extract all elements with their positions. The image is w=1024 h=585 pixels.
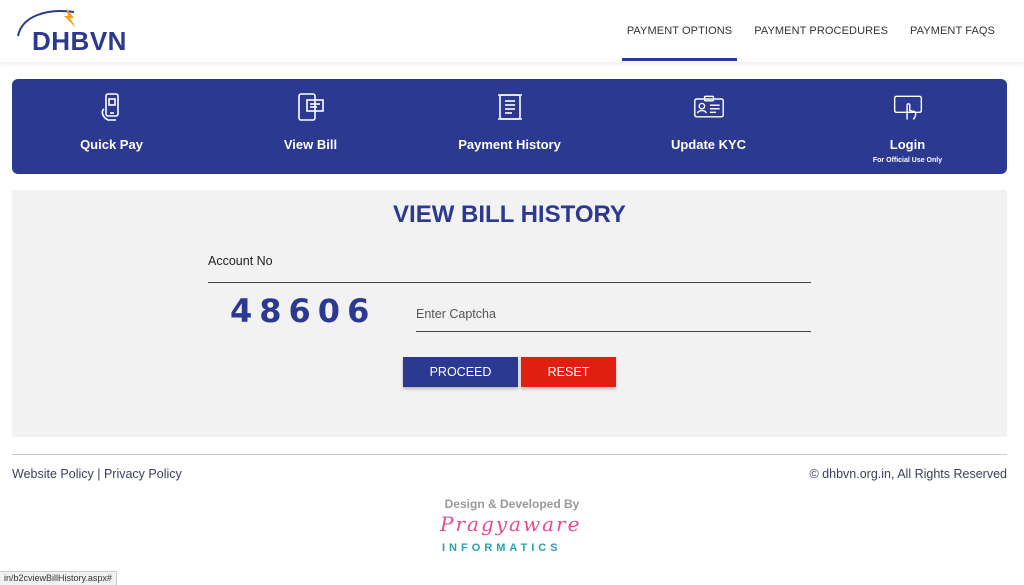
login-sublabel: For Official Use Only xyxy=(872,157,943,164)
developer-logo-name[interactable]: Pragyaware xyxy=(440,512,581,536)
browser-status-url: in/b2cviewBillHistory.aspx# xyxy=(0,571,117,585)
privacy-policy-link[interactable]: Privacy Policy xyxy=(104,467,182,481)
id-card-icon xyxy=(693,95,724,118)
footer-links: Website Policy | Privacy Policy xyxy=(12,467,182,481)
footer-divider xyxy=(12,454,1007,455)
touch-screen-icon xyxy=(893,95,922,120)
update-kyc-button[interactable]: Update KYC xyxy=(609,79,808,174)
account-number-field[interactable] xyxy=(208,282,811,283)
service-menu: Quick Pay View Bill Payment History Upda… xyxy=(12,79,1007,174)
captcha-input[interactable] xyxy=(416,296,811,332)
captcha-image: 48606 xyxy=(230,292,377,330)
nav-payment-faqs[interactable]: PAYMENT FAQS xyxy=(899,0,1006,62)
website-policy-link[interactable]: Website Policy xyxy=(12,467,94,481)
quick-pay-label: Quick Pay xyxy=(80,137,143,152)
account-number-label: Account No xyxy=(208,254,273,268)
phone-hand-icon xyxy=(101,93,119,121)
nav-payment-options[interactable]: PAYMENT OPTIONS xyxy=(616,0,743,62)
login-label: Login xyxy=(889,137,926,152)
footer-separator: | xyxy=(93,467,104,481)
scroll-list-icon xyxy=(497,94,522,120)
update-kyc-label: Update KYC xyxy=(670,137,747,152)
payment-history-button[interactable]: Payment History xyxy=(410,79,609,174)
developer-credit: Design & Developed By xyxy=(444,497,580,511)
copyright-text: © dhbvn.org.in, All Rights Reserved xyxy=(809,467,1007,481)
dhbvn-logo[interactable]: DHBVN xyxy=(12,6,126,58)
view-bill-label: View Bill xyxy=(283,137,338,152)
reset-button[interactable]: RESET xyxy=(521,357,616,387)
developer-logo-sub: INFORMATICS xyxy=(442,542,562,554)
payment-history-label: Payment History xyxy=(458,137,561,152)
proceed-button[interactable]: PROCEED xyxy=(403,357,518,387)
logo-text: DHBVN xyxy=(32,26,127,56)
header: DHBVN PAYMENT OPTIONS PAYMENT PROCEDURES… xyxy=(0,0,1024,62)
mobile-bill-icon xyxy=(297,93,324,121)
page-title: VIEW BILL HISTORY xyxy=(393,201,626,228)
top-nav: PAYMENT OPTIONS PAYMENT PROCEDURES PAYME… xyxy=(616,0,1006,62)
view-bill-button[interactable]: View Bill xyxy=(211,79,410,174)
login-button[interactable]: Login For Official Use Only xyxy=(808,79,1007,174)
quick-pay-button[interactable]: Quick Pay xyxy=(12,79,211,174)
nav-payment-procedures[interactable]: PAYMENT PROCEDURES xyxy=(743,0,899,62)
bill-history-form: VIEW BILL HISTORY Account No 48606 PROCE… xyxy=(12,190,1007,437)
